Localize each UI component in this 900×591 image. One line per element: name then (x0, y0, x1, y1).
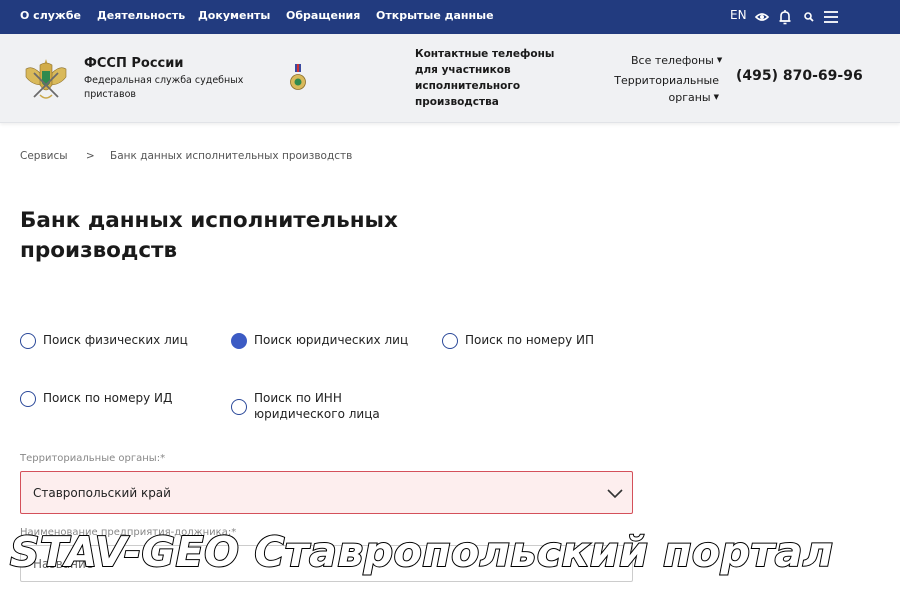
nav-item-documents[interactable]: Документы (198, 9, 270, 22)
breadcrumb-item-services[interactable]: Сервисы (20, 150, 68, 162)
territorial-organs-dropdown[interactable]: Территориальные органы ▼ (596, 73, 719, 106)
radio-search-by-inn[interactable]: Поиск по ИНН юридического лица (231, 390, 394, 422)
eye-icon[interactable] (753, 8, 771, 26)
radio-label: Поиск по номеру ИП (465, 333, 594, 347)
menu-icon[interactable] (822, 8, 840, 26)
radio-circle[interactable] (20, 391, 36, 407)
site-header: ФССП России Федеральная служба судебных … (0, 34, 900, 123)
radio-label: Поиск по ИНН юридического лица (254, 391, 380, 421)
radio-circle[interactable] (20, 333, 36, 349)
radio-search-legal-entities[interactable]: Поиск юридических лиц (231, 332, 408, 349)
territorial-organs-field-label: Территориальные органы:* (20, 453, 166, 464)
fssp-emblem-icon[interactable] (22, 55, 70, 105)
bell-icon[interactable] (776, 8, 794, 26)
org-name[interactable]: ФССП России (84, 56, 183, 71)
caret-down-icon: ▼ (716, 56, 723, 64)
watermark-text: STAV-GEO Ставропольский портал (9, 527, 834, 577)
radio-search-by-ip-number[interactable]: Поиск по номеру ИП (442, 332, 594, 349)
contacts-title: Контактные телефоны для участников испол… (415, 48, 555, 108)
radio-label: Поиск юридических лиц (254, 333, 409, 347)
nav-item-about[interactable]: О службе (20, 9, 81, 22)
radio-circle-checked[interactable] (231, 333, 247, 349)
radio-label: Поиск физических лиц (43, 333, 188, 347)
radio-search-by-id-number[interactable]: Поиск по номеру ИД (20, 390, 172, 407)
territorial-organs-select-value: Ставропольский край (33, 486, 171, 500)
all-phones-dropdown[interactable]: Все телефоны ▼ (631, 54, 722, 67)
radio-search-individuals[interactable]: Поиск физических лиц (20, 332, 188, 349)
caret-down-icon: ▼ (713, 93, 719, 101)
radio-circle[interactable] (231, 399, 247, 415)
breadcrumb-item-current: Банк данных исполнительных производств (110, 150, 353, 162)
chevron-down-icon (607, 489, 623, 499)
language-switch[interactable]: EN (730, 8, 747, 22)
org-subtitle: Федеральная служба судебных приставов (84, 75, 244, 100)
territorial-organs-label: Территориальные органы (614, 74, 719, 104)
breadcrumb-separator: > (85, 150, 95, 162)
nav-item-open-data[interactable]: Открытые данные (376, 9, 494, 22)
nav-item-appeals[interactable]: Обращения (286, 9, 360, 22)
page-title: Банк данных исполнительных производств (20, 208, 398, 263)
nav-item-activity[interactable]: Деятельность (97, 9, 185, 22)
territorial-organs-select[interactable]: Ставропольский край (20, 471, 633, 514)
medal-icon (290, 64, 306, 90)
hotline-phone[interactable]: (495) 870-69-96 (736, 68, 863, 84)
radio-label: Поиск по номеру ИД (43, 391, 173, 405)
search-icon[interactable] (800, 8, 818, 26)
breadcrumb: Сервисы > Банк данных исполнительных про… (20, 150, 352, 162)
radio-circle[interactable] (442, 333, 458, 349)
top-nav-bar: О службе Деятельность Документы Обращени… (0, 0, 900, 34)
all-phones-label: Все телефоны (631, 54, 714, 67)
